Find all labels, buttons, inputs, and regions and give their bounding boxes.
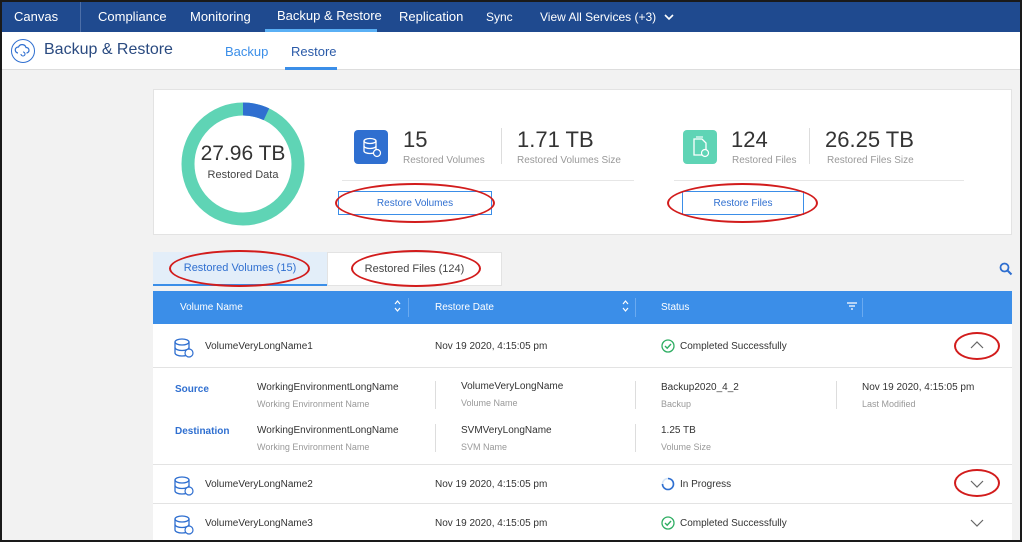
destination-volume-size-label: Volume Size bbox=[661, 442, 712, 452]
restored-files-count: 124 bbox=[731, 127, 768, 152]
restored-files-size-label: Restored Files Size bbox=[827, 155, 914, 166]
volume-icon bbox=[173, 475, 195, 500]
restored-volumes-label: Restored Volumes bbox=[403, 155, 485, 166]
table-header: Volume Name Restore Date Status bbox=[153, 291, 1012, 324]
destination-svm-label: SVM Name bbox=[461, 442, 508, 452]
nav-backup-restore[interactable]: Backup & Restore bbox=[265, 2, 382, 32]
sort-icon[interactable] bbox=[622, 300, 629, 314]
app-frame: Canvas Compliance Monitoring Backup & Re… bbox=[0, 0, 1022, 542]
chevron-up-icon[interactable] bbox=[970, 341, 984, 352]
volume-icon bbox=[173, 514, 195, 539]
status-text: Completed Successfully bbox=[680, 341, 787, 352]
backup-restore-app-icon bbox=[11, 39, 35, 63]
column-header-restore-date[interactable]: Restore Date bbox=[435, 302, 494, 313]
status-text: Completed Successfully bbox=[680, 518, 787, 529]
destination-svm-name: SVMVeryLongName bbox=[461, 425, 552, 436]
top-navigation: Canvas Compliance Monitoring Backup & Re… bbox=[2, 2, 1020, 32]
check-circle-icon bbox=[661, 516, 675, 533]
restored-volumes-size: 1.71 TB bbox=[517, 127, 594, 152]
restored-files-size: 26.25 TB bbox=[825, 127, 914, 152]
restore-files-button[interactable]: Restore Files bbox=[682, 191, 804, 215]
page-header: Backup & Restore Backup Restore bbox=[2, 32, 1020, 70]
page-title: Backup & Restore bbox=[44, 41, 173, 58]
column-header-status[interactable]: Status bbox=[661, 302, 689, 313]
chevron-down-icon bbox=[663, 4, 674, 34]
row-details: Source WorkingEnvironmentLongName Workin… bbox=[153, 368, 1012, 465]
destination-env-label: Working Environment Name bbox=[257, 442, 370, 452]
divider bbox=[635, 424, 636, 452]
status-text: In Progress bbox=[680, 479, 732, 490]
source-volume-label: Volume Name bbox=[461, 398, 518, 408]
table-row[interactable]: VolumeVeryLongName1 Nov 19 2020, 4:15:05… bbox=[153, 324, 1012, 368]
column-header-volume-name[interactable]: Volume Name bbox=[180, 302, 243, 313]
nav-view-all-services[interactable]: View All Services (+3) bbox=[524, 2, 686, 32]
sort-icon[interactable] bbox=[394, 300, 401, 314]
nav-canvas[interactable]: Canvas bbox=[2, 2, 81, 32]
last-modified-label: Last Modified bbox=[862, 399, 916, 409]
nav-sync[interactable]: Sync bbox=[474, 2, 524, 32]
volume-stack-icon bbox=[354, 130, 388, 164]
source-backup-label: Backup bbox=[661, 399, 692, 409]
nav-replication[interactable]: Replication bbox=[377, 2, 474, 32]
filter-icon[interactable] bbox=[847, 302, 857, 312]
tab-restored-files[interactable]: Restored Files (124) bbox=[327, 252, 502, 286]
column-divider bbox=[408, 298, 409, 317]
chevron-down-icon[interactable] bbox=[970, 480, 984, 491]
restore-summary-card: 27.96 TB Restored Data 15 Restored Volum… bbox=[153, 89, 1012, 235]
restore-date: Nov 19 2020, 4:15:05 pm bbox=[435, 479, 548, 490]
restore-volumes-button[interactable]: Restore Volumes bbox=[338, 191, 492, 215]
active-tab-underline bbox=[285, 67, 337, 70]
divider bbox=[809, 128, 810, 164]
file-restore-icon bbox=[683, 130, 717, 164]
restored-data-label: Restored Data bbox=[207, 169, 279, 181]
restored-files-label: Restored Files bbox=[732, 155, 797, 166]
source-label: Source bbox=[175, 384, 209, 395]
tab-backup[interactable]: Backup bbox=[225, 44, 268, 59]
restore-date: Nov 19 2020, 4:15:05 pm bbox=[435, 518, 548, 529]
source-backup-name: Backup2020_4_2 bbox=[661, 382, 739, 393]
divider bbox=[342, 180, 634, 181]
destination-env-name: WorkingEnvironmentLongName bbox=[257, 425, 399, 436]
divider bbox=[435, 381, 436, 409]
search-icon[interactable] bbox=[999, 262, 1013, 281]
table-row[interactable]: VolumeVeryLongName2 Nov 19 2020, 4:15:05… bbox=[153, 465, 1012, 504]
divider bbox=[836, 381, 837, 409]
table-row[interactable]: VolumeVeryLongName3 Nov 19 2020, 4:15:05… bbox=[153, 504, 1012, 540]
restored-volumes-count: 15 bbox=[403, 127, 428, 152]
source-env-name: WorkingEnvironmentLongName bbox=[257, 382, 399, 393]
nav-monitoring[interactable]: Monitoring bbox=[173, 2, 265, 32]
column-divider bbox=[862, 298, 863, 317]
volume-icon bbox=[173, 337, 195, 362]
last-modified-value: Nov 19 2020, 4:15:05 pm bbox=[862, 382, 975, 393]
nav-compliance[interactable]: Compliance bbox=[81, 2, 173, 32]
tab-restore[interactable]: Restore bbox=[291, 44, 337, 59]
restored-data-value: 27.96 TB bbox=[200, 142, 286, 165]
check-circle-icon bbox=[661, 339, 675, 356]
divider bbox=[674, 180, 964, 181]
volume-name[interactable]: VolumeVeryLongName3 bbox=[205, 518, 313, 529]
volume-name[interactable]: VolumeVeryLongName1 bbox=[205, 341, 313, 352]
destination-volume-size: 1.25 TB bbox=[661, 425, 696, 436]
destination-label: Destination bbox=[175, 426, 230, 437]
spinner-icon bbox=[661, 477, 675, 494]
divider bbox=[435, 424, 436, 452]
column-divider bbox=[635, 298, 636, 317]
divider bbox=[635, 381, 636, 409]
tab-restored-volumes[interactable]: Restored Volumes (15) bbox=[153, 252, 327, 286]
volume-name[interactable]: VolumeVeryLongName2 bbox=[205, 479, 313, 490]
source-volume-name: VolumeVeryLongName bbox=[461, 381, 564, 392]
restore-date: Nov 19 2020, 4:15:05 pm bbox=[435, 341, 548, 352]
chevron-down-icon[interactable] bbox=[970, 519, 984, 530]
restored-volumes-size-label: Restored Volumes Size bbox=[517, 155, 621, 166]
source-env-label: Working Environment Name bbox=[257, 399, 370, 409]
divider bbox=[501, 128, 502, 164]
nav-view-all-label: View All Services (+3) bbox=[540, 10, 657, 24]
